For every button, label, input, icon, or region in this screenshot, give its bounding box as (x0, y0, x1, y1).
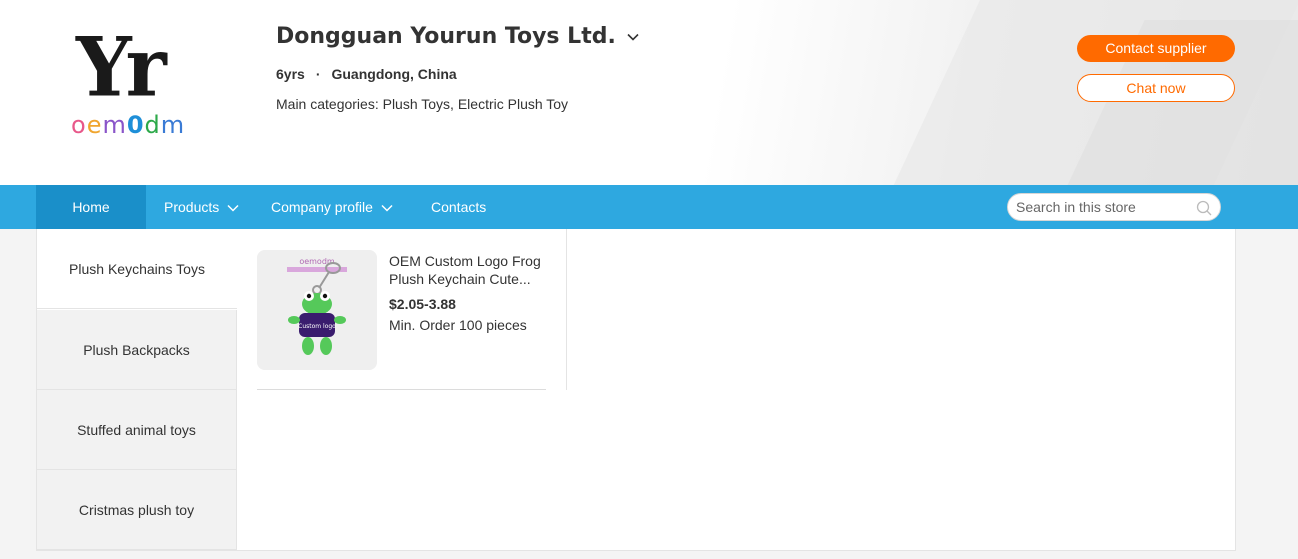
nav-home[interactable]: Home (36, 185, 146, 229)
product-image[interactable]: oemodm Custom logo (257, 250, 377, 370)
nav-contacts[interactable]: Contacts (431, 185, 486, 229)
nav-products[interactable]: Products (164, 185, 239, 229)
column-divider (566, 229, 567, 390)
logo-wordmark: oem0dm (71, 111, 186, 139)
product-min-order: Min. Order 100 pieces (389, 317, 527, 333)
chat-now-button[interactable]: Chat now (1077, 74, 1235, 102)
logo-mark: Yr (76, 19, 167, 116)
image-shirt-text: Custom logo (298, 323, 336, 330)
frog-keychain-image: oemodm Custom logo (257, 250, 377, 370)
product-title[interactable]: OEM Custom Logo Frog Plush Keychain Cute… (389, 252, 549, 288)
store-content: Plush Keychains Toys Plush Backpacks Stu… (36, 229, 1236, 551)
company-name[interactable]: Dongguan Yourun Toys Ltd. (276, 24, 616, 49)
nav-contacts-label: Contacts (431, 199, 487, 215)
chevron-down-icon (227, 205, 239, 212)
product-card[interactable]: oemodm Custom logo OEM Custom Logo Frog … (257, 250, 546, 390)
sidebar-item-label: Cristmas plush toy (78, 502, 195, 518)
sidebar-item-christmas-plush[interactable]: Cristmas plush toy (37, 470, 237, 550)
nav-home-label: Home (72, 199, 110, 215)
sidebar-item-plush-backpacks[interactable]: Plush Backpacks (37, 310, 237, 390)
product-price: $2.05-3.88 (389, 296, 456, 312)
company-location: Guangdong, China (331, 66, 457, 82)
company-title[interactable]: Dongguan Yourun Toys Ltd. (276, 24, 640, 49)
category-sidebar: Plush Keychains Toys Plush Backpacks Stu… (37, 229, 237, 551)
store-header: Yr oem0dm Dongguan Yourun Toys Ltd. 6yrs… (0, 0, 1298, 185)
nav-products-label: Products (164, 199, 220, 215)
nav-company-profile[interactable]: Company profile (271, 185, 393, 229)
store-nav: Home Products Company profile Contacts (0, 185, 1298, 229)
years-on-platform: 6yrs (276, 66, 305, 82)
meta-separator: · (315, 66, 321, 82)
sidebar-item-label: Plush Keychains Toys (69, 261, 205, 277)
sidebar-item-plush-keychains[interactable]: Plush Keychains Toys (37, 229, 237, 309)
main-categories: Main categories: Plush Toys, Electric Pl… (276, 96, 569, 112)
chevron-down-icon (381, 205, 393, 212)
chevron-down-icon[interactable] (626, 30, 640, 44)
sidebar-item-label: Stuffed animal toys (77, 422, 196, 438)
search-icon[interactable] (1196, 200, 1212, 216)
company-meta: 6yrs · Guangdong, China (276, 66, 457, 82)
search-input[interactable] (1016, 194, 1196, 220)
store-search[interactable] (1007, 193, 1221, 221)
sidebar-item-stuffed-animal-toys[interactable]: Stuffed animal toys (37, 390, 237, 470)
sidebar-item-label: Plush Backpacks (83, 342, 190, 358)
contact-supplier-button[interactable]: Contact supplier (1077, 35, 1235, 62)
nav-company-profile-label: Company profile (271, 199, 373, 215)
company-logo[interactable]: Yr oem0dm (60, 19, 220, 148)
